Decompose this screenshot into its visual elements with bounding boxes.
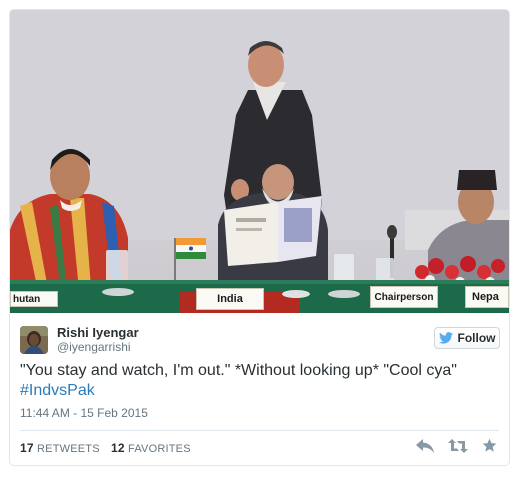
reply-icon[interactable] [416, 438, 434, 458]
author-names: Rishi Iyengar @iyengarrishi [57, 325, 139, 355]
tweet-card: hutan India Chairperson Nepa Rishi Iyeng… [9, 9, 510, 466]
tweet-photo[interactable]: hutan India Chairperson Nepa [10, 10, 509, 313]
retweet-icon[interactable] [448, 438, 468, 458]
favorites-count: 12 [111, 441, 125, 455]
placard-bhutan: hutan [10, 291, 58, 307]
retweets-count: 17 [20, 441, 34, 455]
tweet-text: "You stay and watch, I'm out." *Without … [20, 361, 500, 401]
twitter-bird-icon [438, 332, 453, 344]
user-handle[interactable]: @iyengarrishi [57, 340, 139, 355]
display-name[interactable]: Rishi Iyengar [57, 325, 139, 340]
avatar-image [20, 326, 48, 354]
retweets-stat[interactable]: 17 RETWEETS [20, 441, 103, 455]
tweet-stats: 17 RETWEETS 12 FAVORITES [20, 441, 199, 455]
placard-nepal: Nepa [465, 286, 509, 308]
placard-bhutan-text: hutan [13, 293, 41, 305]
photo-scene [10, 10, 509, 313]
tweet-timestamp[interactable]: 11:44 AM - 15 Feb 2015 [20, 406, 148, 420]
placard-india: India [196, 288, 264, 310]
follow-label: Follow [457, 331, 496, 345]
avatar[interactable] [20, 326, 48, 354]
star-icon[interactable] [482, 438, 497, 458]
placard-chairperson: Chairperson [370, 286, 438, 308]
tweet-text-body: "You stay and watch, I'm out." *Without … [20, 362, 457, 379]
placard-india-text: India [217, 293, 243, 305]
retweets-label: RETWEETS [37, 443, 100, 455]
hashtag-link[interactable]: #IndvsPak [20, 382, 95, 399]
follow-button[interactable]: Follow [434, 327, 500, 349]
divider [20, 430, 499, 431]
favorites-label: FAVORITES [128, 443, 191, 455]
tweet-actions [416, 438, 497, 458]
favorites-stat[interactable]: 12 FAVORITES [111, 441, 191, 455]
placard-nepal-text: Nepa [472, 291, 499, 303]
placard-chairperson-text: Chairperson [374, 291, 434, 303]
tweet-author[interactable]: Rishi Iyengar @iyengarrishi [20, 324, 139, 356]
